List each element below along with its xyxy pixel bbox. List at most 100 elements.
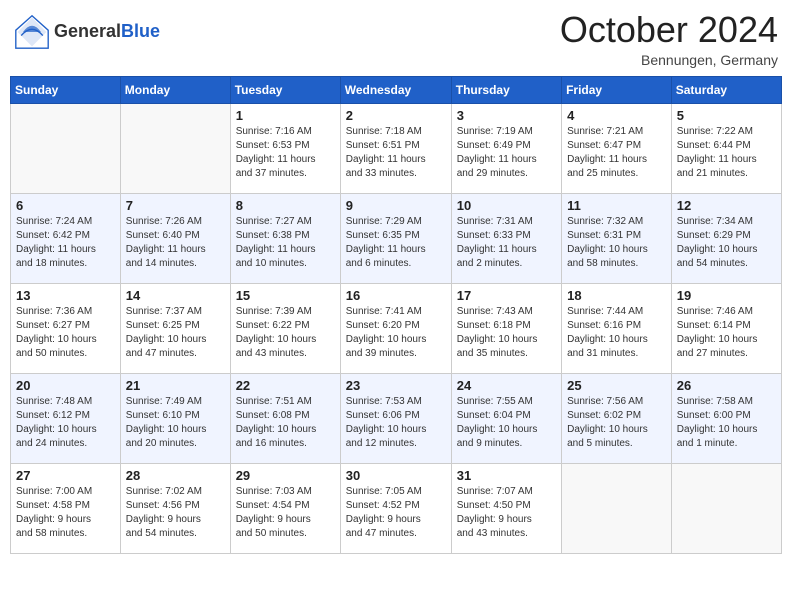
day-info: Sunrise: 7:48 AM Sunset: 6:12 PM Dayligh… [16, 395, 115, 451]
day-info: Sunrise: 7:24 AM Sunset: 6:42 PM Dayligh… [16, 215, 115, 271]
day-info: Sunrise: 7:02 AM Sunset: 4:56 PM Dayligh… [126, 485, 225, 541]
logo-text: GeneralBlue [54, 22, 160, 42]
day-info: Sunrise: 7:37 AM Sunset: 6:25 PM Dayligh… [126, 305, 225, 361]
day-info: Sunrise: 7:51 AM Sunset: 6:08 PM Dayligh… [236, 395, 335, 451]
day-info: Sunrise: 7:19 AM Sunset: 6:49 PM Dayligh… [457, 125, 556, 181]
calendar-cell: 19Sunrise: 7:46 AM Sunset: 6:14 PM Dayli… [671, 283, 781, 373]
col-header-tuesday: Tuesday [230, 76, 340, 103]
day-info: Sunrise: 7:58 AM Sunset: 6:00 PM Dayligh… [677, 395, 776, 451]
calendar-week-5: 27 Sunrise: 7:00 AM Sunset: 4:58 PM Dayli… [11, 463, 782, 553]
calendar-cell: 17Sunrise: 7:43 AM Sunset: 6:18 PM Dayli… [451, 283, 561, 373]
calendar-week-4: 20 Sunrise: 7:48 AM Sunset: 6:12 PM Dayli… [11, 373, 782, 463]
col-header-sunday: Sunday [11, 76, 121, 103]
calendar-cell: 21 Sunrise: 7:49 AM Sunset: 6:10 PM Dayli… [120, 373, 230, 463]
day-info: Sunrise: 7:53 AM Sunset: 6:06 PM Dayligh… [346, 395, 446, 451]
calendar-week-3: 13 Sunrise: 7:36 AM Sunset: 6:27 PM Dayli… [11, 283, 782, 373]
day-number: 26 [677, 378, 776, 393]
day-info: Sunrise: 7:39 AM Sunset: 6:22 PM Dayligh… [236, 305, 335, 361]
calendar-cell: 20 Sunrise: 7:48 AM Sunset: 6:12 PM Dayli… [11, 373, 121, 463]
calendar-cell: 25 Sunrise: 7:56 AM Sunset: 6:02 PM Dayli… [562, 373, 672, 463]
col-header-friday: Friday [562, 76, 672, 103]
calendar-cell: 24 Sunrise: 7:55 AM Sunset: 6:04 PM Dayli… [451, 373, 561, 463]
day-number: 23 [346, 378, 446, 393]
calendar-cell: 16Sunrise: 7:41 AM Sunset: 6:20 PM Dayli… [340, 283, 451, 373]
title-block: October 2024 Bennungen, Germany [560, 10, 778, 68]
calendar-cell: 6 Sunrise: 7:24 AM Sunset: 6:42 PM Daylig… [11, 193, 121, 283]
logo: GeneralBlue [14, 14, 160, 50]
calendar-cell: 3 Sunrise: 7:19 AM Sunset: 6:49 PM Daylig… [451, 103, 561, 193]
logo-icon [14, 14, 50, 50]
col-header-monday: Monday [120, 76, 230, 103]
calendar-cell: 30Sunrise: 7:05 AM Sunset: 4:52 PM Dayli… [340, 463, 451, 553]
day-info: Sunrise: 7:18 AM Sunset: 6:51 PM Dayligh… [346, 125, 446, 181]
calendar-cell: 9Sunrise: 7:29 AM Sunset: 6:35 PM Daylig… [340, 193, 451, 283]
day-number: 7 [126, 198, 225, 213]
day-number: 21 [126, 378, 225, 393]
month-title: October 2024 [560, 10, 778, 50]
day-info: Sunrise: 7:56 AM Sunset: 6:02 PM Dayligh… [567, 395, 666, 451]
day-info: Sunrise: 7:00 AM Sunset: 4:58 PM Dayligh… [16, 485, 115, 541]
day-info: Sunrise: 7:22 AM Sunset: 6:44 PM Dayligh… [677, 125, 776, 181]
day-info: Sunrise: 7:03 AM Sunset: 4:54 PM Dayligh… [236, 485, 335, 541]
calendar-cell: 2Sunrise: 7:18 AM Sunset: 6:51 PM Daylig… [340, 103, 451, 193]
calendar-cell: 13 Sunrise: 7:36 AM Sunset: 6:27 PM Dayli… [11, 283, 121, 373]
day-info: Sunrise: 7:32 AM Sunset: 6:31 PM Dayligh… [567, 215, 666, 271]
day-info: Sunrise: 7:46 AM Sunset: 6:14 PM Dayligh… [677, 305, 776, 361]
day-number: 27 [16, 468, 115, 483]
calendar-cell: 29 Sunrise: 7:03 AM Sunset: 4:54 PM Dayli… [230, 463, 340, 553]
day-number: 6 [16, 198, 115, 213]
calendar-cell [11, 103, 121, 193]
day-number: 18 [567, 288, 666, 303]
calendar-cell: 31Sunrise: 7:07 AM Sunset: 4:50 PM Dayli… [451, 463, 561, 553]
calendar-cell: 22 Sunrise: 7:51 AM Sunset: 6:08 PM Dayli… [230, 373, 340, 463]
day-number: 20 [16, 378, 115, 393]
day-number: 24 [457, 378, 556, 393]
calendar-cell [120, 103, 230, 193]
calendar-week-1: 1Sunrise: 7:16 AM Sunset: 6:53 PM Daylig… [11, 103, 782, 193]
day-info: Sunrise: 7:34 AM Sunset: 6:29 PM Dayligh… [677, 215, 776, 271]
calendar-cell: 5 Sunrise: 7:22 AM Sunset: 6:44 PM Daylig… [671, 103, 781, 193]
day-info: Sunrise: 7:44 AM Sunset: 6:16 PM Dayligh… [567, 305, 666, 361]
calendar-cell: 7 Sunrise: 7:26 AM Sunset: 6:40 PM Daylig… [120, 193, 230, 283]
page-header: GeneralBlue October 2024 Bennungen, Germ… [10, 10, 782, 68]
day-info: Sunrise: 7:05 AM Sunset: 4:52 PM Dayligh… [346, 485, 446, 541]
calendar-cell: 12 Sunrise: 7:34 AM Sunset: 6:29 PM Dayli… [671, 193, 781, 283]
day-number: 12 [677, 198, 776, 213]
day-info: Sunrise: 7:36 AM Sunset: 6:27 PM Dayligh… [16, 305, 115, 361]
col-header-thursday: Thursday [451, 76, 561, 103]
day-number: 13 [16, 288, 115, 303]
day-number: 17 [457, 288, 556, 303]
day-number: 29 [236, 468, 335, 483]
day-number: 11 [567, 198, 666, 213]
calendar-cell: 11 Sunrise: 7:32 AM Sunset: 6:31 PM Dayli… [562, 193, 672, 283]
calendar-cell: 1Sunrise: 7:16 AM Sunset: 6:53 PM Daylig… [230, 103, 340, 193]
day-info: Sunrise: 7:49 AM Sunset: 6:10 PM Dayligh… [126, 395, 225, 451]
day-number: 22 [236, 378, 335, 393]
calendar-cell: 10 Sunrise: 7:31 AM Sunset: 6:33 PM Dayli… [451, 193, 561, 283]
col-header-saturday: Saturday [671, 76, 781, 103]
day-info: Sunrise: 7:26 AM Sunset: 6:40 PM Dayligh… [126, 215, 225, 271]
day-number: 3 [457, 108, 556, 123]
calendar-cell: 14Sunrise: 7:37 AM Sunset: 6:25 PM Dayli… [120, 283, 230, 373]
day-info: Sunrise: 7:21 AM Sunset: 6:47 PM Dayligh… [567, 125, 666, 181]
day-info: Sunrise: 7:31 AM Sunset: 6:33 PM Dayligh… [457, 215, 556, 271]
day-info: Sunrise: 7:07 AM Sunset: 4:50 PM Dayligh… [457, 485, 556, 541]
day-number: 10 [457, 198, 556, 213]
calendar-cell: 8 Sunrise: 7:27 AM Sunset: 6:38 PM Daylig… [230, 193, 340, 283]
day-number: 28 [126, 468, 225, 483]
day-number: 8 [236, 198, 335, 213]
calendar-week-2: 6 Sunrise: 7:24 AM Sunset: 6:42 PM Daylig… [11, 193, 782, 283]
day-number: 15 [236, 288, 335, 303]
day-info: Sunrise: 7:16 AM Sunset: 6:53 PM Dayligh… [236, 125, 335, 181]
calendar-table: SundayMondayTuesdayWednesdayThursdayFrid… [10, 76, 782, 554]
col-header-wednesday: Wednesday [340, 76, 451, 103]
day-info: Sunrise: 7:55 AM Sunset: 6:04 PM Dayligh… [457, 395, 556, 451]
calendar-cell: 18 Sunrise: 7:44 AM Sunset: 6:16 PM Dayli… [562, 283, 672, 373]
day-number: 25 [567, 378, 666, 393]
calendar-cell: 27 Sunrise: 7:00 AM Sunset: 4:58 PM Dayli… [11, 463, 121, 553]
day-info: Sunrise: 7:27 AM Sunset: 6:38 PM Dayligh… [236, 215, 335, 271]
day-number: 5 [677, 108, 776, 123]
calendar-cell: 26 Sunrise: 7:58 AM Sunset: 6:00 PM Dayli… [671, 373, 781, 463]
day-info: Sunrise: 7:41 AM Sunset: 6:20 PM Dayligh… [346, 305, 446, 361]
location-subtitle: Bennungen, Germany [560, 52, 778, 68]
